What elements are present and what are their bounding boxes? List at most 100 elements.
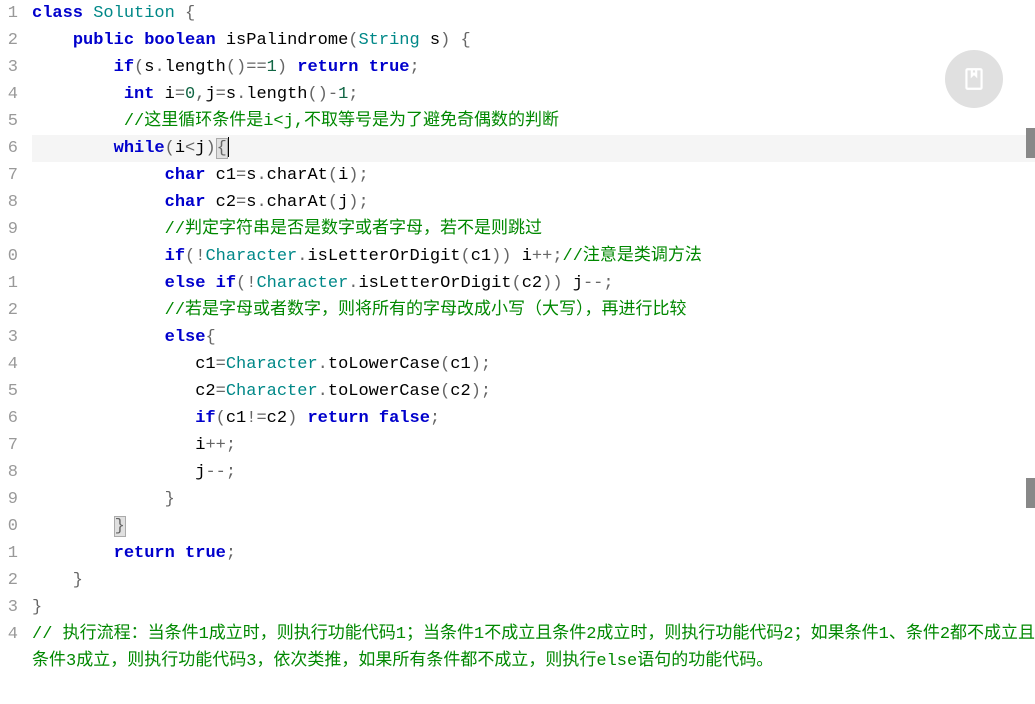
- code-line[interactable]: public boolean isPalindrome(String s) {: [32, 27, 1035, 54]
- token: ) {: [440, 31, 471, 50]
- code-line[interactable]: char c2=s.charAt(j);: [32, 189, 1035, 216]
- token: [32, 58, 114, 77]
- token: [32, 409, 195, 428]
- line-number: 4: [0, 621, 18, 648]
- code-line[interactable]: if(!Character.isLetterOrDigit(c1)) i++;/…: [32, 243, 1035, 270]
- token: i: [338, 166, 348, 185]
- token: length: [246, 85, 307, 104]
- line-number: 6: [0, 405, 18, 432]
- token: c1: [195, 355, 215, 374]
- code-line[interactable]: }: [32, 486, 1035, 513]
- line-number: 6: [0, 135, 18, 162]
- token: s: [430, 31, 440, 50]
- scrollbar-thumb[interactable]: [1026, 128, 1035, 158]
- code-line[interactable]: if(s.length()==1) return true;: [32, 54, 1035, 81]
- code-line[interactable]: //若是字母或者数字，则将所有的字母改成小写（大写），再进行比较: [32, 297, 1035, 324]
- code-line[interactable]: int i=0,j=s.length()-1;: [32, 81, 1035, 108]
- token: true: [185, 544, 226, 563]
- code-editor[interactable]: 123456789012345678901234 class Solution …: [0, 0, 1035, 704]
- token: // 执行流程：当条件1成立时，则执行功能代码1；当条件1不成立且条件2成立时，…: [32, 625, 1035, 671]
- token: (: [348, 31, 358, 50]
- token: class: [32, 4, 93, 23]
- line-number: 2: [0, 297, 18, 324]
- token: else: [165, 328, 206, 347]
- code-area[interactable]: class Solution { public boolean isPalind…: [24, 0, 1035, 704]
- token: if: [114, 58, 134, 77]
- token: j: [338, 193, 348, 212]
- code-line[interactable]: //判定字符串是否是数字或者字母，若不是则跳过: [32, 216, 1035, 243]
- token: ++;: [532, 247, 563, 266]
- token: charAt: [267, 193, 328, 212]
- token: String: [358, 31, 429, 50]
- code-line[interactable]: while(i<j){: [32, 135, 1035, 162]
- code-line[interactable]: j--;: [32, 459, 1035, 486]
- token: return: [307, 409, 378, 428]
- line-number: 0: [0, 513, 18, 540]
- line-number: 5: [0, 378, 18, 405]
- code-line[interactable]: char c1=s.charAt(i);: [32, 162, 1035, 189]
- token: Character: [226, 355, 318, 374]
- token: (: [328, 193, 338, 212]
- token: isLetterOrDigit: [307, 247, 460, 266]
- line-number-gutter: 123456789012345678901234: [0, 0, 24, 704]
- code-line[interactable]: // 执行流程：当条件1成立时，则执行功能代码1；当条件1不成立且条件2成立时，…: [32, 621, 1035, 675]
- token: )): [542, 274, 573, 293]
- token: s: [246, 193, 256, 212]
- token: );: [471, 355, 491, 374]
- code-line[interactable]: return true;: [32, 540, 1035, 567]
- code-line[interactable]: if(c1!=c2) return false;: [32, 405, 1035, 432]
- token: j: [573, 274, 583, 293]
- token: (: [512, 274, 522, 293]
- token: [32, 436, 195, 455]
- token: .: [318, 382, 328, 401]
- token: (: [328, 166, 338, 185]
- token: j: [205, 85, 215, 104]
- scrollbar-thumb[interactable]: [1026, 478, 1035, 508]
- line-number: 8: [0, 189, 18, 216]
- code-line[interactable]: else{: [32, 324, 1035, 351]
- token: //注意是类调方法: [563, 247, 702, 266]
- token: //若是字母或者数字，则将所有的字母改成小写（大写），再进行比较: [165, 301, 687, 320]
- code-line[interactable]: }: [32, 594, 1035, 621]
- bookmark-button[interactable]: [945, 50, 1003, 108]
- token: else: [165, 274, 216, 293]
- token: [32, 355, 195, 374]
- token: isPalindrome: [226, 31, 348, 50]
- token: c2: [267, 409, 287, 428]
- token: (: [165, 139, 175, 158]
- line-number: 2: [0, 567, 18, 594]
- token: [32, 193, 165, 212]
- code-line[interactable]: }: [32, 513, 1035, 540]
- token: }: [32, 571, 83, 590]
- token: Character: [226, 382, 318, 401]
- token: {: [185, 4, 195, 23]
- token: i: [195, 436, 205, 455]
- token: toLowerCase: [328, 355, 440, 374]
- token: ()==: [226, 58, 267, 77]
- token: =: [236, 193, 246, 212]
- token: (!: [185, 247, 205, 266]
- token: (: [440, 355, 450, 374]
- code-line[interactable]: }: [32, 567, 1035, 594]
- token: 1: [267, 58, 277, 77]
- line-number: 1: [0, 0, 18, 27]
- code-line[interactable]: class Solution {: [32, 0, 1035, 27]
- token: .: [256, 166, 266, 185]
- line-number: 0: [0, 243, 18, 270]
- token: s: [246, 166, 256, 185]
- token: (: [440, 382, 450, 401]
- code-line[interactable]: //这里循环条件是i<j,不取等号是为了避免奇偶数的判断: [32, 108, 1035, 135]
- code-line[interactable]: i++;: [32, 432, 1035, 459]
- code-line[interactable]: c2=Character.toLowerCase(c2);: [32, 378, 1035, 405]
- code-line[interactable]: c1=Character.toLowerCase(c1);: [32, 351, 1035, 378]
- token: .: [236, 85, 246, 104]
- token: c1: [216, 166, 236, 185]
- code-line[interactable]: else if(!Character.isLetterOrDigit(c2)) …: [32, 270, 1035, 297]
- line-number: 4: [0, 351, 18, 378]
- token: charAt: [267, 166, 328, 185]
- token: 1: [338, 85, 348, 104]
- token: =: [216, 382, 226, 401]
- token: ,: [195, 85, 205, 104]
- token: c1: [226, 409, 246, 428]
- token: boolean: [144, 31, 226, 50]
